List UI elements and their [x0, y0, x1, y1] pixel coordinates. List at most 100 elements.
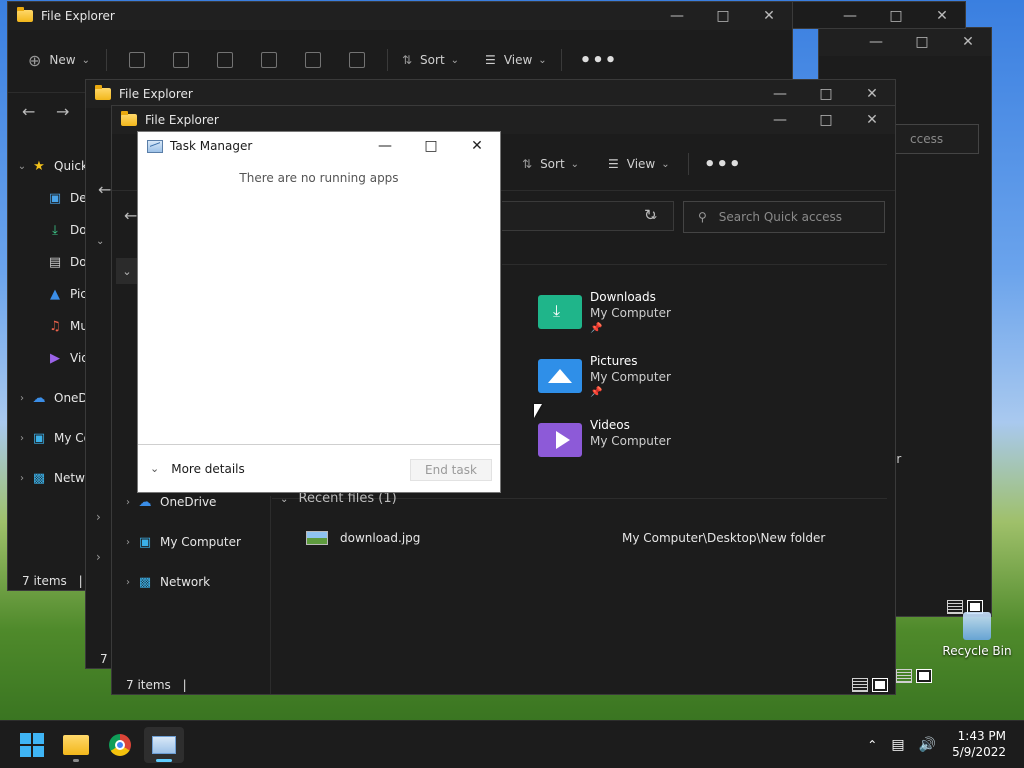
- more-options-icon[interactable]: •••: [704, 154, 742, 175]
- end-task-button[interactable]: End task: [410, 459, 492, 481]
- copy-icon[interactable]: [172, 52, 189, 68]
- chevron-down-icon: ⌄: [538, 54, 547, 66]
- forward-arrow-icon[interactable]: →: [56, 102, 69, 121]
- details-view-icon[interactable]: [896, 669, 912, 683]
- minimize-button[interactable]: —: [757, 106, 803, 134]
- minimize-button[interactable]: —: [362, 132, 408, 160]
- image-file-icon: [306, 531, 328, 545]
- task-manager-title-bar[interactable]: Task Manager — □ ✕: [138, 132, 500, 160]
- chevron-right-icon: ›: [20, 392, 24, 404]
- toolbar-divider: [386, 49, 388, 71]
- back-arrow-icon[interactable]: ←: [124, 206, 137, 225]
- maximize-button[interactable]: □: [803, 80, 849, 108]
- back-arrow-icon[interactable]: ←: [22, 102, 35, 121]
- chevron-down-icon[interactable]: ⌄: [96, 236, 104, 247]
- file-explorer-icon: [121, 111, 137, 126]
- taskbar-task-manager-button[interactable]: [144, 727, 184, 763]
- sidebar-item-network[interactable]: › ▩ Network: [120, 574, 210, 590]
- title-bar[interactable]: — □ ✕: [819, 28, 991, 56]
- view-icon: ☰: [485, 53, 496, 67]
- minimize-button[interactable]: —: [827, 2, 873, 28]
- details-view-icon[interactable]: [852, 678, 868, 692]
- download-icon: ⤓: [52, 222, 58, 238]
- pictures-folder-icon: [538, 359, 582, 393]
- quick-access-item-downloads[interactable]: ⤓ Downloads My Computer 📌: [538, 289, 671, 337]
- chrome-icon: [109, 734, 131, 756]
- view-button[interactable]: ☰ View ⌄: [485, 53, 547, 67]
- close-button[interactable]: ✕: [919, 2, 965, 28]
- tiles-view-icon[interactable]: [916, 669, 932, 683]
- view-toggle[interactable]: [852, 678, 888, 692]
- computer-icon: ▣: [138, 534, 152, 550]
- taskbar-chrome-button[interactable]: [100, 727, 140, 763]
- title-bar[interactable]: File Explorer — □ ✕: [112, 106, 895, 134]
- view-toggle-middle[interactable]: [896, 669, 932, 683]
- maximize-button[interactable]: □: [803, 106, 849, 134]
- task-manager-icon: [152, 736, 176, 754]
- network-icon[interactable]: ▤: [891, 737, 904, 753]
- minimize-button[interactable]: —: [853, 28, 899, 56]
- tiles-view-icon[interactable]: [872, 678, 888, 692]
- quick-access-item-videos[interactable]: Videos My Computer: [538, 417, 671, 457]
- chevron-down-icon: ⌄: [280, 494, 289, 505]
- chevron-right-icon: ›: [126, 576, 130, 588]
- file-explorer-icon: [17, 7, 33, 22]
- close-button[interactable]: ✕: [746, 2, 792, 30]
- recycle-bin-shortcut[interactable]: Recycle Bin: [942, 612, 1012, 658]
- title-bar[interactable]: File Explorer — □ ✕: [8, 2, 792, 30]
- maximize-button[interactable]: □: [408, 132, 454, 160]
- pin-icon: 📌: [590, 323, 603, 334]
- search-input[interactable]: ⚲ Search Quick access: [683, 201, 885, 233]
- chevron-right-icon: ›: [20, 472, 24, 484]
- cut-icon[interactable]: [128, 52, 145, 68]
- close-button[interactable]: ✕: [454, 132, 500, 160]
- minimize-button[interactable]: —: [654, 2, 700, 30]
- recent-file-row[interactable]: download.jpg My Computer\Desktop\New fol…: [306, 528, 886, 548]
- document-icon: ▤: [48, 254, 62, 270]
- maximize-button[interactable]: □: [700, 2, 746, 30]
- window-title: File Explorer: [145, 113, 219, 127]
- paste-icon[interactable]: [216, 52, 233, 68]
- view-button[interactable]: ☰ View ⌄: [608, 157, 670, 171]
- clock[interactable]: 1:43 PM 5/9/2022: [952, 728, 1006, 760]
- volume-icon[interactable]: 🔊: [919, 737, 936, 753]
- back-arrow-icon[interactable]: ←: [98, 180, 111, 199]
- title-bar[interactable]: File Explorer — □ ✕: [86, 80, 895, 108]
- maximize-button[interactable]: □: [873, 2, 919, 28]
- new-button[interactable]: ⊕ New ⌄: [28, 51, 90, 70]
- share-icon[interactable]: [304, 52, 321, 68]
- recent-files-header[interactable]: ⌄ Recent files (1): [280, 491, 397, 506]
- sort-button[interactable]: ⇅ Sort ⌄: [402, 53, 459, 67]
- music-icon: ♫: [49, 318, 61, 334]
- start-button[interactable]: [12, 727, 52, 763]
- sidebar-item-my-computer[interactable]: › ▣ My Computer: [120, 534, 241, 550]
- empty-message: There are no running apps: [239, 171, 399, 185]
- chevron-right-icon: ›: [96, 550, 101, 564]
- sort-icon: ⇅: [401, 53, 413, 67]
- sort-button[interactable]: ⇅ Sort ⌄: [522, 157, 579, 171]
- sidebar-item-onedrive[interactable]: › ☁ OneDrive: [120, 494, 216, 510]
- more-details-button[interactable]: ⌄ More details: [150, 462, 245, 476]
- sidebar-collapse-icon[interactable]: ⌄: [116, 258, 138, 284]
- task-manager-window: Task Manager — □ ✕ There are no running …: [137, 131, 501, 493]
- chevron-up-icon[interactable]: ⌃: [867, 738, 877, 752]
- close-button[interactable]: ✕: [849, 80, 895, 108]
- chevron-right-icon: ›: [96, 510, 101, 524]
- maximize-button[interactable]: □: [899, 28, 945, 56]
- window-title: File Explorer: [119, 87, 193, 101]
- taskbar-file-explorer-button[interactable]: [56, 727, 96, 763]
- mouse-cursor: [534, 404, 542, 418]
- refresh-icon[interactable]: ↻: [644, 206, 657, 224]
- minimize-button[interactable]: —: [757, 80, 803, 108]
- close-button[interactable]: ✕: [849, 106, 895, 134]
- task-manager-icon: [147, 139, 163, 153]
- delete-icon[interactable]: [348, 52, 365, 68]
- task-manager-footer: ⌄ More details End task: [138, 444, 500, 492]
- chevron-down-icon: ⌄: [450, 54, 460, 66]
- close-button[interactable]: ✕: [945, 28, 991, 56]
- search-placeholder: ccess: [910, 132, 944, 146]
- search-icon: ⚲: [698, 210, 707, 224]
- rename-icon[interactable]: [260, 52, 277, 68]
- more-options-icon[interactable]: •••: [580, 50, 618, 71]
- quick-access-item-pictures[interactable]: Pictures My Computer 📌: [538, 353, 671, 401]
